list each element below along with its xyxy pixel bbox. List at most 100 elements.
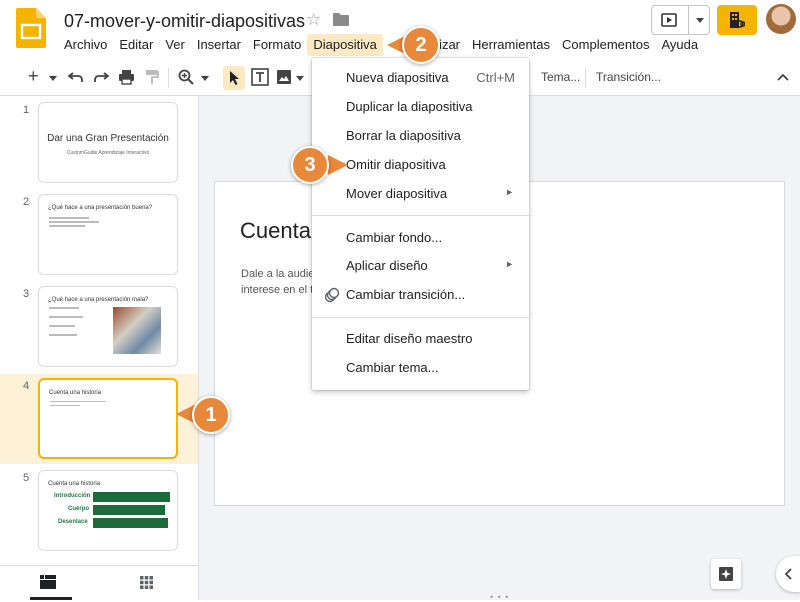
chevron-left-icon [784, 568, 792, 580]
thumb-text-line [49, 217, 89, 219]
menu-item-aplicar-diseno[interactable]: Aplicar diseño ► [312, 253, 529, 279]
slide-number: 4 [23, 380, 30, 392]
chevron-down-icon[interactable] [296, 76, 304, 81]
select-tool-button[interactable] [223, 66, 245, 90]
chevron-up-icon[interactable] [777, 73, 789, 81]
document-title[interactable]: 07-mover-y-omitir-diapositivas [64, 11, 305, 32]
resize-handle[interactable]: • • • [490, 592, 509, 602]
explore-button[interactable] [711, 559, 741, 589]
menu-item-duplicar[interactable]: Duplicar la diapositiva [312, 94, 529, 120]
menu-item-nueva-diapositiva[interactable]: Nueva diapositiva Ctrl+M [312, 65, 529, 91]
slide-number: 2 [23, 196, 30, 208]
menu-item-label: Cambiar fondo... [346, 230, 443, 245]
menu-item-label: Borrar la diapositiva [346, 128, 461, 143]
grid-view-icon[interactable] [140, 576, 153, 589]
zoom-icon[interactable] [178, 69, 194, 85]
filmstrip-slide-selected[interactable]: 4 Cuenta una historia [0, 374, 198, 464]
menu-item-label: Omitir diapositiva [346, 157, 446, 172]
menu-herramientas[interactable]: Herramientas [466, 34, 556, 56]
star-icon[interactable]: ☆ [306, 10, 321, 30]
slide-title[interactable]: Cuenta [240, 218, 311, 244]
filmstrip-slide[interactable]: 5 Cuenta una historia Introducción Cuerp… [0, 466, 198, 556]
slide-thumbnail[interactable]: Cuenta una historia Introducción Cuerpo … [38, 470, 178, 551]
slide-thumbnail[interactable]: Dar una Gran Presentación CustomGuide Ap… [38, 102, 178, 183]
menu-formato[interactable]: Formato [247, 34, 307, 56]
slide-thumbnail[interactable]: ¿Qué hace a una presentación mala? [38, 286, 178, 367]
thumb-label: Introducción [54, 493, 91, 499]
menu-insertar[interactable]: Insertar [191, 34, 247, 56]
menu-archivo[interactable]: Archivo [58, 34, 113, 56]
menu-item-label: Duplicar la diapositiva [346, 99, 473, 114]
redo-icon[interactable] [93, 70, 109, 84]
slide-number: 5 [23, 472, 30, 484]
thumb-title: Dar una Gran Presentación [47, 133, 169, 144]
chevron-down-icon[interactable] [49, 76, 57, 81]
share-button[interactable] [717, 5, 757, 35]
list-view-icon[interactable] [40, 575, 56, 589]
thumb-subtitle: CustomGuide Aprendizaje Interactivo [66, 150, 150, 156]
callout-step-2: 2 [402, 26, 440, 64]
filmstrip-slide[interactable]: 3 ¿Qué hace a una presentación mala? [0, 282, 198, 372]
menu-item-editar-maestro[interactable]: Editar diseño maestro [312, 326, 529, 352]
slide-filmstrip: 1 Dar una Gran Presentación CustomGuide … [0, 96, 199, 600]
menu-item-shortcut: Ctrl+M [476, 70, 515, 85]
menu-item-borrar[interactable]: Borrar la diapositiva [312, 123, 529, 149]
menu-ayuda[interactable]: Ayuda [655, 34, 704, 56]
folder-icon[interactable] [333, 13, 349, 26]
add-slide-icon[interactable]: + [28, 66, 39, 87]
menu-item-cambiar-tema[interactable]: Cambiar tema... [312, 355, 529, 381]
menu-item-label: Editar diseño maestro [346, 331, 473, 346]
slide-body-text[interactable]: interese en el t [241, 284, 313, 296]
transition-icon [324, 287, 340, 303]
slides-logo-icon[interactable] [16, 8, 46, 48]
thumb-label: Desenlace [58, 519, 88, 525]
user-avatar[interactable] [766, 4, 796, 34]
transition-button[interactable]: Transición... [596, 70, 661, 84]
menu-diapositiva[interactable]: Diapositiva [307, 34, 383, 56]
chevron-down-icon[interactable] [201, 76, 209, 81]
menu-item-cambiar-transicion[interactable]: Cambiar transición... [312, 282, 529, 308]
thumb-title: Cuenta una historia [48, 481, 101, 487]
menu-item-label: Cambiar transición... [346, 287, 466, 302]
thumb-label: Cuerpo [68, 506, 89, 512]
thumb-bar [93, 518, 168, 528]
thumb-text-line [49, 221, 99, 223]
menu-item-cambiar-fondo[interactable]: Cambiar fondo... [312, 225, 529, 251]
thumb-title: ¿Qué hace a una presentación mala? [48, 297, 149, 303]
thumb-text-line [49, 316, 83, 318]
filmstrip-slide[interactable]: 2 ¿Qué hace a una presentación buena? [0, 190, 198, 280]
image-icon[interactable] [276, 69, 292, 85]
slide-thumbnail[interactable]: ¿Qué hace a una presentación buena? [38, 194, 178, 275]
submenu-arrow-icon: ► [505, 187, 514, 197]
callout-step-1: 1 [192, 396, 230, 434]
menu-editar[interactable]: Editar [113, 34, 159, 56]
slide-number: 3 [23, 288, 30, 300]
thumb-photo [113, 307, 161, 354]
submenu-arrow-icon: ► [505, 259, 514, 269]
chevron-down-icon[interactable] [696, 18, 704, 23]
slide-number: 1 [23, 104, 30, 116]
menu-complementos[interactable]: Complementos [556, 34, 655, 56]
present-icon [661, 13, 677, 27]
menu-ver[interactable]: Ver [159, 34, 191, 56]
menu-separator [312, 215, 529, 216]
print-icon[interactable] [118, 69, 135, 85]
menu-item-label: Aplicar diseño [346, 258, 428, 273]
cursor-arrow-icon [230, 71, 239, 85]
undo-icon[interactable] [68, 70, 84, 84]
paint-format-icon[interactable] [145, 69, 159, 85]
thumb-bar [93, 492, 170, 502]
filmstrip-slide[interactable]: 1 Dar una Gran Presentación CustomGuide … [0, 98, 198, 188]
present-divider [688, 6, 689, 34]
slide-body-text[interactable]: Dale a la audie [241, 268, 314, 280]
thumb-text-line [49, 325, 75, 327]
callout-step-3: 3 [291, 146, 329, 184]
menu-item-mover[interactable]: Mover diapositiva ► [312, 181, 529, 207]
slide-thumbnail[interactable]: Cuenta una historia [38, 378, 178, 459]
text-box-icon[interactable] [251, 68, 269, 86]
explore-icon [719, 567, 733, 581]
thumb-title: ¿Qué hace a una presentación buena? [48, 205, 153, 211]
present-button[interactable] [651, 5, 710, 35]
toolbar-divider [585, 68, 586, 88]
theme-button[interactable]: Tema... [541, 70, 580, 84]
